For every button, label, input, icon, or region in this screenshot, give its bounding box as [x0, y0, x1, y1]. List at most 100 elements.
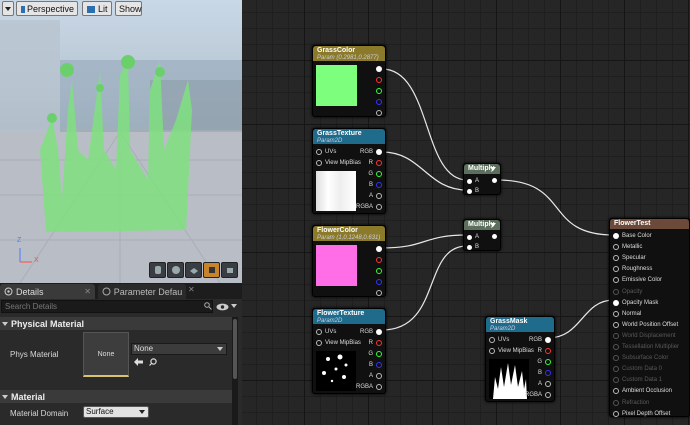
- custom-mesh-button[interactable]: [221, 262, 238, 278]
- input-pin-b[interactable]: B: [467, 244, 479, 250]
- output-pin-rgb[interactable]: [376, 246, 382, 252]
- input-pin-uvs[interactable]: UVs: [489, 337, 509, 343]
- use-selected-arrow-icon[interactable]: [134, 358, 143, 366]
- input-pin-view-mipbias[interactable]: View MipBias: [489, 348, 534, 354]
- browse-search-icon[interactable]: [149, 358, 157, 366]
- output-pin-b[interactable]: B: [538, 370, 551, 376]
- output-pin-b[interactable]: [376, 99, 382, 105]
- close-icon[interactable]: ✕: [188, 285, 195, 294]
- plane-shape-button[interactable]: [185, 262, 202, 278]
- output-pin-b[interactable]: B: [369, 182, 382, 188]
- scrollbar-thumb[interactable]: [233, 319, 237, 379]
- result-input-pin[interactable]: Tessellation Multiplier: [613, 344, 679, 350]
- result-input-pin[interactable]: Base Color: [613, 233, 652, 239]
- color-swatch: [316, 65, 357, 106]
- node-grass-mask[interactable]: GrassMask Param2D UVs View MipBias RGB R…: [485, 316, 555, 402]
- cylinder-shape-button[interactable]: [149, 262, 166, 278]
- output-pin-g[interactable]: [376, 268, 382, 274]
- preview-viewport[interactable]: Z X Perspective Lit Show: [0, 0, 242, 283]
- show-button[interactable]: Show: [115, 1, 142, 16]
- output-pin-rgb[interactable]: RGB: [529, 337, 551, 343]
- search-details-input[interactable]: Search Details: [1, 300, 213, 313]
- result-input-pin[interactable]: Pixel Depth Offset: [613, 410, 670, 417]
- pin-label: Specular: [622, 255, 646, 262]
- result-input-pin[interactable]: World Displacement: [613, 332, 676, 339]
- result-input-pin[interactable]: Refraction: [613, 399, 649, 406]
- phys-material-dropdown[interactable]: None: [131, 343, 227, 355]
- result-input-pin[interactable]: Metallic: [613, 244, 642, 251]
- output-pin-a[interactable]: [376, 110, 382, 116]
- output-pin-a[interactable]: A: [538, 381, 551, 387]
- node-grass-texture[interactable]: GrassTexture Param2D UVs View MipBias RG…: [312, 128, 386, 214]
- pin-dot: [467, 234, 472, 240]
- output-pin-rgba[interactable]: RGBA: [525, 392, 551, 398]
- output-pin-rgba[interactable]: RGBA: [356, 384, 382, 390]
- output-pin[interactable]: [492, 234, 497, 239]
- tab-details[interactable]: Details ✕: [0, 284, 95, 299]
- output-pin[interactable]: [492, 178, 497, 183]
- output-pin-a[interactable]: A: [369, 193, 382, 199]
- result-input-pin[interactable]: Normal: [613, 310, 641, 317]
- result-input-pin[interactable]: Emissive Color: [613, 277, 662, 284]
- result-input-pin[interactable]: Subsurface Color: [613, 355, 668, 362]
- output-pin-r[interactable]: [376, 257, 382, 263]
- physical-material-section[interactable]: Physical Material: [0, 317, 232, 330]
- node-multiply-1[interactable]: Multiply A B: [463, 163, 501, 195]
- node-grass-color[interactable]: GrassColor Param (0.2981,0.2877): [312, 45, 386, 117]
- perspective-button[interactable]: Perspective: [16, 1, 78, 16]
- result-input-pin[interactable]: Opacity Mask: [613, 299, 658, 306]
- node-multiply-2[interactable]: Multiply A B: [463, 219, 501, 251]
- output-pin-r[interactable]: R: [369, 160, 382, 166]
- input-pin-a[interactable]: A: [467, 234, 479, 240]
- material-domain-dropdown[interactable]: Surface: [83, 406, 149, 418]
- output-pin-g[interactable]: G: [368, 171, 382, 177]
- output-pin-g[interactable]: G: [368, 351, 382, 357]
- output-pin-rgba[interactable]: RGBA: [356, 204, 382, 210]
- node-flower-color[interactable]: FlowerColor Param (1,0.1248,0.631): [312, 225, 386, 297]
- input-pin-uvs[interactable]: UVs: [316, 329, 336, 335]
- output-pin-b[interactable]: [376, 279, 382, 285]
- result-input-pin[interactable]: Custom Data 0: [613, 366, 662, 373]
- output-pin-b[interactable]: B: [369, 362, 382, 368]
- sphere-shape-button[interactable]: [167, 262, 184, 278]
- output-pin-r[interactable]: [376, 77, 382, 83]
- output-pin-a[interactable]: A: [369, 373, 382, 379]
- node-flower-test-result[interactable]: FlowerTest Base Color Metallic Specular Rou…: [609, 218, 690, 417]
- phys-material-thumbnail[interactable]: None: [83, 332, 129, 377]
- result-input-pin[interactable]: Roughness: [613, 266, 652, 273]
- output-pin-r[interactable]: R: [538, 348, 551, 354]
- pin-dot: [545, 348, 551, 354]
- output-pin-rgb[interactable]: RGB: [360, 149, 382, 155]
- result-input-pin[interactable]: Ambient Occlusion: [613, 388, 672, 395]
- material-graph-canvas[interactable]: GrassColor Param (0.2981,0.2877) GrassTe…: [242, 0, 690, 425]
- node-flower-texture[interactable]: FlowerTexture Param2D UVs View MipBias R…: [312, 308, 386, 394]
- output-pin-a[interactable]: [376, 290, 382, 296]
- output-pin-g[interactable]: [376, 88, 382, 94]
- result-input-pin[interactable]: Specular: [613, 255, 646, 262]
- lit-button[interactable]: Lit: [82, 1, 112, 16]
- input-pin-uvs[interactable]: UVs: [316, 149, 336, 155]
- result-input-pin[interactable]: World Position Offset: [613, 321, 679, 328]
- input-pin-b[interactable]: B: [467, 188, 479, 194]
- input-pin-view-mipbias[interactable]: View MipBias: [316, 160, 361, 166]
- output-pin-rgb[interactable]: RGB: [360, 329, 382, 335]
- output-pin-rgb[interactable]: [376, 66, 382, 72]
- output-pin-g[interactable]: G: [537, 359, 551, 365]
- view-options-button[interactable]: [216, 301, 240, 312]
- material-section[interactable]: Material: [0, 390, 232, 403]
- pin-label: Custom Data 1: [622, 377, 663, 384]
- viewport-menu-button[interactable]: [2, 1, 14, 16]
- details-scrollbar[interactable]: [232, 317, 238, 425]
- input-pin-a[interactable]: A: [467, 178, 479, 184]
- output-pin-r[interactable]: R: [369, 340, 382, 346]
- result-input-pin[interactable]: Custom Data 1: [613, 377, 663, 384]
- cube-shape-button[interactable]: [203, 262, 220, 278]
- pin-label: World Position Offset: [622, 321, 679, 328]
- close-icon[interactable]: ✕: [84, 287, 91, 296]
- pin-label: View MipBias: [325, 160, 361, 166]
- input-pin-view-mipbias[interactable]: View MipBias: [316, 340, 361, 346]
- pin-dot: [376, 279, 382, 285]
- pin-dot: [545, 337, 551, 343]
- result-input-pin[interactable]: Opacity: [613, 288, 642, 295]
- tab-parameter-defaults[interactable]: Parameter Defaults: [98, 284, 186, 299]
